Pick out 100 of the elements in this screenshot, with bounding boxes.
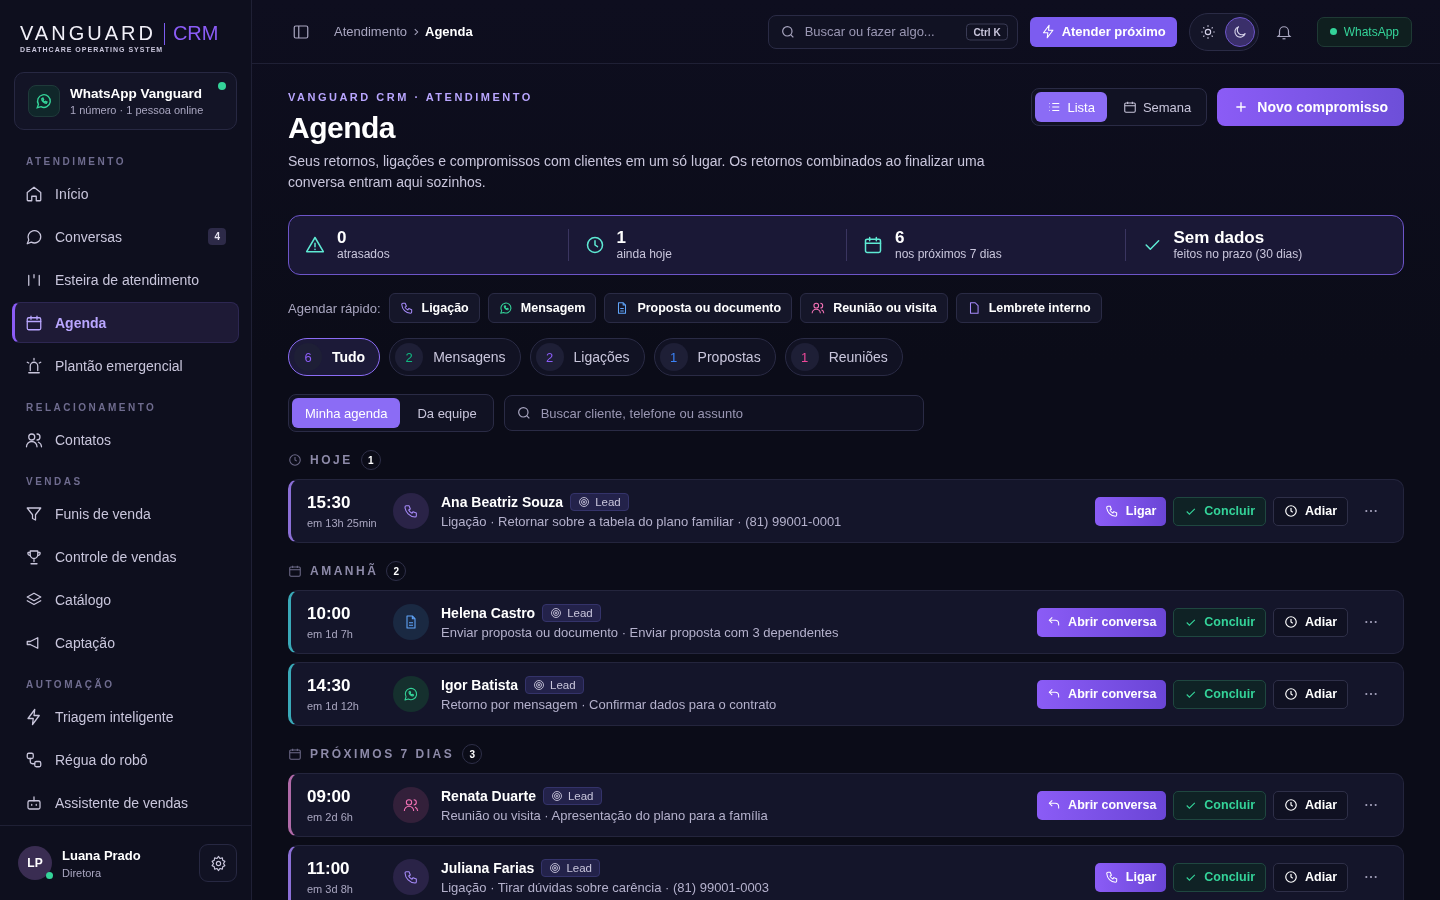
group-title: PRÓXIMOS 7 DIAS [310, 747, 455, 761]
nav-item[interactable]: Plantão emergencial [12, 345, 239, 386]
settings-button[interactable] [199, 844, 237, 882]
search-icon [515, 405, 532, 421]
whatsapp-status[interactable]: WhatsApp [1316, 16, 1412, 47]
nav-item[interactable]: Catálogo [12, 579, 239, 620]
nav-item[interactable]: Captação [12, 622, 239, 663]
target-icon [550, 790, 563, 802]
phone-icon [393, 493, 429, 529]
nav-item[interactable]: Assistente de vendas [12, 782, 239, 823]
appointment-time: 14:30 [307, 676, 352, 696]
primary-action-button[interactable]: Abrir conversa [1037, 679, 1167, 709]
chevron-icon [411, 26, 421, 37]
moon-icon [1231, 23, 1248, 40]
user-role: Diretora [62, 866, 103, 879]
quick-schedule-button[interactable]: Mensagem [487, 293, 597, 323]
postpone-button[interactable]: Adiar [1273, 496, 1348, 526]
view-tab[interactable]: Semana [1110, 92, 1204, 122]
primary-action-button[interactable]: Abrir conversa [1037, 607, 1167, 637]
client-name: Renata Duarte [441, 788, 536, 804]
scope-tab[interactable]: Da equipe [404, 398, 490, 428]
calendar-icon [863, 235, 883, 255]
warning-icon [305, 235, 325, 255]
avatar[interactable]: LP [18, 846, 52, 880]
quick-schedule-button[interactable]: Ligação [388, 293, 480, 323]
count-badge: 1 [790, 343, 819, 371]
nav-item[interactable]: Controle de vendas [12, 536, 239, 577]
complete-button[interactable]: Concluir [1173, 607, 1267, 637]
primary-action-button[interactable]: Abrir conversa [1037, 790, 1167, 820]
shortcut-key: Ctrl K [966, 23, 1008, 40]
appointment-description: Reunião ou visita · Apresentação do plano para a família [441, 808, 769, 823]
quick-schedule-button[interactable]: Proposta ou documento [604, 293, 793, 323]
reply-icon [1047, 615, 1062, 629]
postpone-button[interactable]: Adiar [1273, 679, 1348, 709]
nav-item[interactable]: Funis de venda [12, 493, 239, 534]
section-title: VENDAS [26, 476, 84, 487]
scope-tab[interactable]: Minha agenda [292, 398, 401, 428]
phone-icon [1104, 870, 1119, 884]
appointment-card[interactable]: 15:30 em 13h 25min Ana Beatriz Souza Lead Ligação · Retornar sobre a tabela do plano familiar · (81) 99001-0001 Ligar Concluir Adiar [288, 479, 1404, 543]
attend-next-button[interactable]: Atender próximo [1029, 16, 1177, 47]
primary-action-button[interactable]: Ligar [1094, 862, 1167, 892]
appointment-card[interactable]: 09:00 em 2d 6h Renata Duarte Lead Reunião ou visita · Apresentação do plano para a família Abrir conversa Concluir Adiar [288, 773, 1404, 837]
stat-label: nos próximos 7 dias [895, 247, 1002, 261]
breadcrumb-item[interactable]: Atendimento [334, 24, 407, 39]
lead-tag: Lead [542, 604, 601, 622]
postpone-button[interactable]: Adiar [1273, 607, 1348, 637]
user-name: Luana Prado [62, 847, 142, 863]
view-tab[interactable]: Lista [1035, 92, 1107, 122]
whatsapp-subtitle: 1 número · 1 pessoa online [70, 104, 204, 116]
dark-mode-button[interactable] [1224, 16, 1255, 47]
lead-tag: Lead [570, 493, 629, 511]
filter-chip[interactable]: 1 Reuniões [784, 338, 903, 376]
target-icon [549, 862, 562, 874]
reply-icon [1047, 687, 1062, 701]
nav-item[interactable]: Régua do robô [12, 739, 239, 780]
clock-icon [1284, 798, 1299, 812]
settings-icon [209, 854, 227, 872]
appointment-card[interactable]: 10:00 em 1d 7h Helena Castro Lead Enviar proposta ou documento · Enviar proposta com 3 dependentes Abrir conversa Concluir Adiar [288, 590, 1404, 654]
lightning-icon [25, 707, 43, 726]
page-eyebrow: VANGUARD CRM · ATENDIMENTO [288, 91, 534, 103]
new-appointment-button[interactable]: Novo compromisso [1217, 88, 1404, 126]
nav-item[interactable]: Esteira de atendimento [12, 259, 239, 300]
nav-label: Início [55, 185, 90, 202]
primary-action-button[interactable]: Ligar [1094, 496, 1167, 526]
complete-button[interactable]: Concluir [1173, 496, 1267, 526]
nav-label: Régua do robô [55, 751, 149, 768]
nav-item[interactable]: Triagem inteligente [12, 696, 239, 737]
target-icon [578, 496, 591, 508]
postpone-button[interactable]: Adiar [1273, 862, 1348, 892]
appointment-card[interactable]: 11:00 em 3d 8h Juliana Farias Lead Ligação · Tirar dúvidas sobre carência · (81) 99001-0003 Ligar Concluir Adiar [288, 845, 1404, 900]
appointment-description: Enviar proposta ou documento · Enviar proposta com 3 dependentes [441, 625, 840, 640]
whatsapp-card[interactable]: WhatsApp Vanguard 1 número · 1 pessoa online [14, 72, 237, 130]
nav-label: Contatos [55, 431, 113, 448]
filter-chip[interactable]: 2 Mensagens [389, 338, 521, 376]
chat-icon [25, 227, 43, 246]
filter-chip[interactable]: 2 Ligações [529, 338, 645, 376]
nav-item[interactable]: Agenda [12, 302, 239, 343]
filter-chip[interactable]: 6 Tudo [288, 338, 381, 376]
appointment-description: Ligação · Tirar dúvidas sobre carência · (81) 99001-0003 [441, 880, 771, 895]
complete-button[interactable]: Concluir [1173, 790, 1267, 820]
nav-item[interactable]: Conversas 4 [12, 216, 239, 257]
filter-chip[interactable]: 1 Propostas [653, 338, 776, 376]
clock-icon [1284, 870, 1299, 884]
brand-name: VANGUARD [20, 22, 156, 45]
search-field[interactable]: Buscar cliente, telefone ou assunto [503, 395, 924, 431]
quick-schedule-button[interactable]: Lembrete interno [955, 293, 1102, 323]
appointment-card[interactable]: 14:30 em 1d 12h Igor Batista Lead Retorno por mensagem · Confirmar dados para o contrato Abrir conversa Concluir Adiar [288, 662, 1404, 726]
nav-label: Conversas [55, 228, 123, 245]
complete-button[interactable]: Concluir [1173, 862, 1267, 892]
nav-label: Assistente de vendas [55, 794, 190, 811]
complete-button[interactable]: Concluir [1173, 679, 1267, 709]
phone-icon [393, 859, 429, 895]
calendar-icon [288, 564, 302, 578]
nav-label: Triagem inteligente [55, 708, 175, 725]
postpone-button[interactable]: Adiar [1273, 790, 1348, 820]
quick-schedule-button[interactable]: Reunião ou visita [800, 293, 948, 323]
count-badge: 6 [294, 343, 322, 371]
nav-item[interactable]: Início [12, 173, 239, 214]
nav-item[interactable]: Contatos [12, 419, 239, 460]
nav-label: Esteira de atendimento [55, 271, 200, 288]
